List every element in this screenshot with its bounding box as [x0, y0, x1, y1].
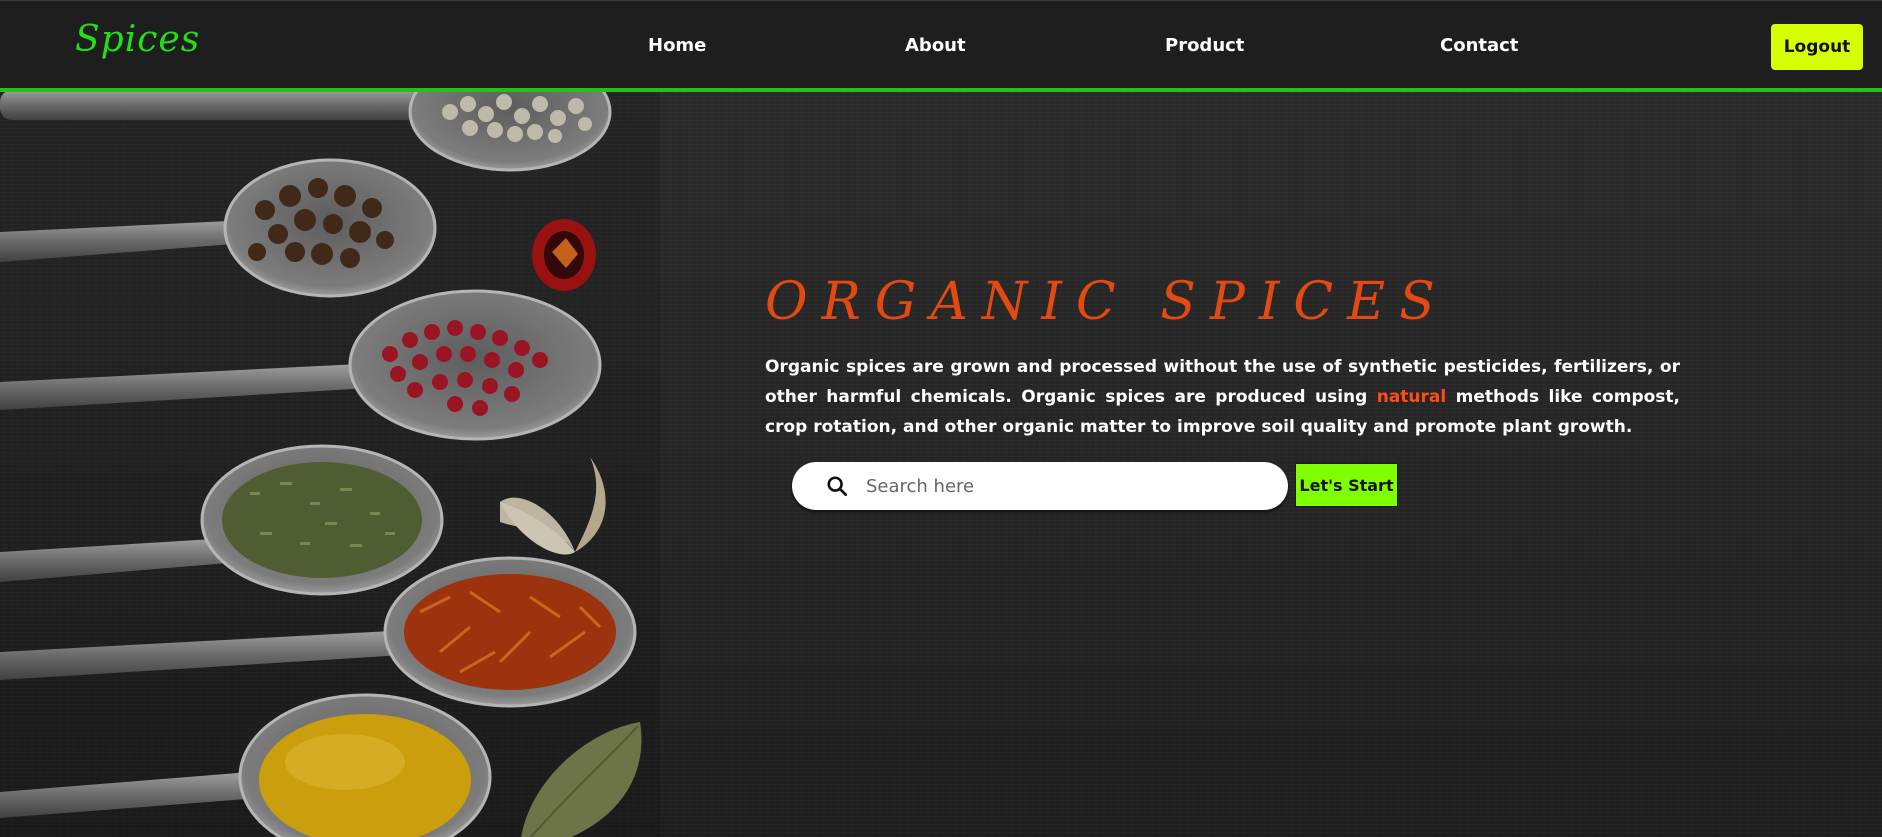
- hero-section: ORGANIC SPICES Organic spices are grown …: [0, 92, 1882, 837]
- hero-title: ORGANIC SPICES: [765, 272, 1449, 332]
- spice-spoons-image: [0, 92, 660, 837]
- navbar: Spices Home About Product Contact Logout: [0, 0, 1882, 92]
- lets-start-button[interactable]: Let's Start: [1295, 463, 1398, 507]
- search-icon[interactable]: [826, 475, 848, 497]
- nav-link-about[interactable]: About: [905, 35, 966, 56]
- hero-description: Organic spices are grown and processed w…: [765, 352, 1680, 442]
- nav-link-home[interactable]: Home: [648, 35, 706, 56]
- logout-button[interactable]: Logout: [1771, 24, 1863, 70]
- hero-description-highlight: natural: [1376, 387, 1447, 407]
- nav-link-product[interactable]: Product: [1165, 35, 1244, 56]
- search-input[interactable]: [866, 470, 1266, 502]
- nav-link-contact[interactable]: Contact: [1440, 35, 1518, 56]
- search-box[interactable]: [792, 462, 1288, 510]
- brand-logo[interactable]: Spices: [75, 19, 200, 60]
